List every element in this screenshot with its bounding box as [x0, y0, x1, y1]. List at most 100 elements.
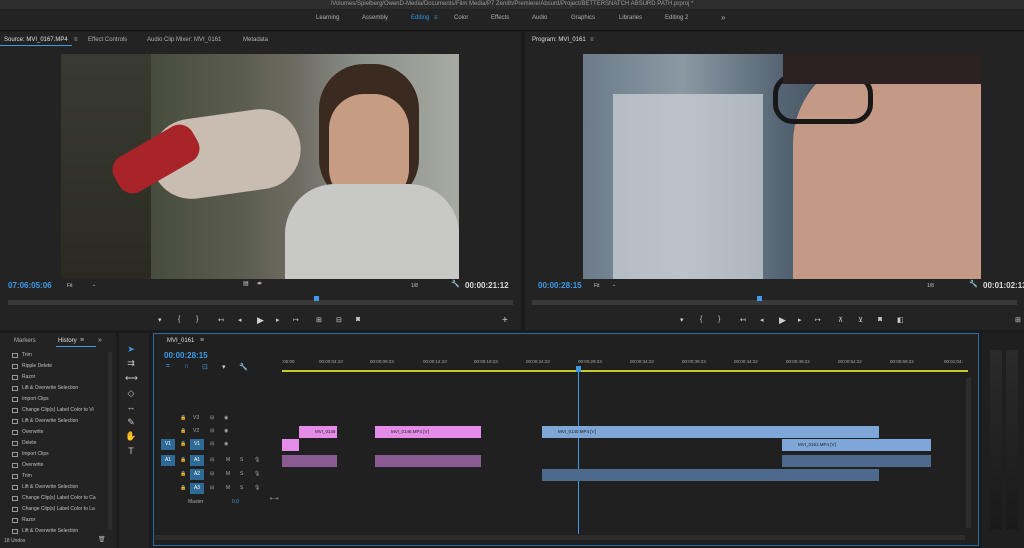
history-item[interactable]: Lift & Overwrite Selection — [12, 526, 107, 537]
history-item[interactable]: Change Clip(s) Label Color to Ca — [12, 493, 107, 504]
a3-sync-icon[interactable]: ⊟ — [210, 485, 214, 491]
workspace-graphics[interactable]: Graphics — [571, 15, 595, 21]
tab-metadata[interactable]: Metadata — [243, 37, 268, 43]
a2-mic-icon[interactable]: 🎙 — [254, 471, 260, 477]
source-step-back-icon[interactable]: ◂ — [238, 316, 242, 324]
v1-eye-icon[interactable]: ◉ — [224, 441, 228, 447]
program-marker-icon[interactable]: ▾ — [680, 316, 684, 324]
program-goto-out-icon[interactable]: ↦ — [815, 316, 821, 324]
v3-eye-icon[interactable]: ◉ — [224, 415, 228, 421]
history-item[interactable]: Ripple Delete — [12, 361, 107, 372]
program-wrench-icon[interactable]: 🔧 — [969, 280, 978, 288]
program-overflow-icon[interactable]: ⊞ — [1015, 316, 1021, 324]
v1-sync-icon[interactable]: ⊟ — [210, 441, 214, 447]
ripple-edit-tool-icon[interactable]: ⟷ — [125, 373, 138, 385]
program-playhead-marker[interactable] — [757, 296, 762, 301]
master-volume-value[interactable]: 0.0 — [232, 499, 239, 505]
source-playhead-marker[interactable] — [314, 296, 319, 301]
a1-mic-icon[interactable]: 🎙 — [254, 457, 260, 463]
workspace-audio[interactable]: Audio — [532, 15, 547, 21]
history-item[interactable]: Import Clips — [12, 394, 107, 405]
a3-lock-icon[interactable]: 🔒 — [180, 485, 186, 491]
program-title[interactable]: Program: MVI_0161 — [532, 37, 586, 43]
program-export-frame-icon[interactable]: ◙ — [878, 316, 882, 323]
tab-audio-clip-mixer[interactable]: Audio Clip Mixer: MVI_0161 — [147, 37, 221, 43]
a1-lock-icon[interactable]: 🔒 — [180, 457, 186, 463]
source-tab-menu-icon[interactable]: ≡ — [74, 37, 78, 43]
program-mark-in-icon[interactable]: { — [700, 316, 702, 323]
history-item[interactable]: Change Clip(s) Label Color to Vi — [12, 405, 107, 416]
source-play-icon[interactable]: ▶ — [257, 315, 264, 326]
source-settings-icon[interactable]: ▤ — [243, 280, 249, 287]
slip-tool-icon[interactable]: ↔ — [125, 402, 137, 414]
clip-v2-mvi0146-b[interactable]: MVI_0146.MP4 [V] — [375, 426, 481, 438]
timeline-tab[interactable]: MVI_0161 — [167, 338, 194, 344]
timeline-marker-icon[interactable]: ▾ — [222, 363, 226, 371]
workspace-color[interactable]: Color — [454, 15, 468, 21]
a2-solo-button[interactable]: S — [240, 471, 243, 477]
a1-source-patch[interactable]: A1 — [161, 455, 175, 466]
sequence-nest-icon[interactable]: ⊡ — [202, 363, 208, 371]
v1-source-patch[interactable]: V1 — [161, 439, 175, 450]
source-resolution-dropdown[interactable]: 1/8 — [411, 283, 418, 289]
source-add-button-icon[interactable]: + — [502, 315, 508, 326]
program-step-forward-icon[interactable]: ▸ — [798, 316, 802, 324]
program-mark-out-icon[interactable]: } — [718, 316, 720, 323]
a1-solo-button[interactable]: S — [240, 457, 243, 463]
workspace-learning[interactable]: Learning — [316, 15, 339, 21]
source-overwrite-icon[interactable]: ⊟ — [336, 316, 342, 324]
workspace-libraries[interactable]: Libraries — [619, 15, 642, 21]
v2-eye-icon[interactable]: ◉ — [224, 428, 228, 434]
history-item[interactable]: Lift & Overwrite Selection — [12, 416, 107, 427]
v1-lock-icon[interactable]: 🔒 — [180, 441, 186, 447]
a2-sync-icon[interactable]: ⊟ — [210, 471, 214, 477]
a3-solo-button[interactable]: S — [240, 485, 243, 491]
track-a3-label[interactable]: A3 — [190, 483, 204, 494]
history-delete-icon[interactable]: 🗑 — [98, 536, 106, 543]
program-fit-dropdown[interactable]: Fit — [594, 283, 600, 289]
history-item[interactable]: Razor — [12, 372, 107, 383]
history-item[interactable]: Razor — [12, 515, 107, 526]
history-scrollbar[interactable] — [108, 352, 112, 530]
source-insert-icon[interactable]: ⊞ — [316, 316, 322, 324]
tab-history[interactable]: History — [58, 338, 77, 344]
work-area-bar[interactable] — [282, 370, 968, 372]
track-v1-label[interactable]: V1 — [190, 439, 204, 450]
hand-tool-icon[interactable]: ✋ — [125, 431, 137, 443]
history-menu-icon[interactable]: ≡ — [80, 337, 84, 344]
history-item[interactable]: Import Clips — [12, 449, 107, 460]
history-item[interactable]: Lift & Overwrite Selection — [12, 383, 107, 394]
program-resolution-dropdown[interactable]: 1/8 — [927, 283, 934, 289]
a2-mute-button[interactable]: M — [226, 471, 230, 477]
program-lift-icon[interactable]: ⊼ — [838, 316, 843, 324]
snap-icon[interactable]: ⌗ — [166, 363, 170, 371]
program-play-icon[interactable]: ▶ — [779, 315, 786, 326]
audio-a1-clip-3[interactable] — [782, 455, 931, 467]
source-mark-in-icon[interactable]: { — [178, 316, 180, 323]
tab-source[interactable]: Source: MVI_0167.MP4 — [4, 37, 68, 43]
source-goto-in-icon[interactable]: ↤ — [218, 316, 224, 324]
a1-sync-icon[interactable]: ⊟ — [210, 457, 214, 463]
audio-a1-clip-1[interactable] — [282, 455, 337, 467]
history-item[interactable]: Change Clip(s) Label Color to La — [12, 504, 107, 515]
timeline-timecode[interactable]: 00:00:28:15 — [164, 351, 208, 360]
history-item[interactable]: Overwrite — [12, 460, 107, 471]
source-wrench-icon[interactable]: 🔧 — [451, 280, 460, 288]
track-select-tool-icon[interactable]: ⇉ — [125, 358, 137, 370]
program-timecode-left[interactable]: 00:00:28:15 — [538, 281, 582, 290]
workspace-editing[interactable]: Editing — [411, 15, 429, 21]
linked-selection-icon[interactable]: ∩ — [184, 363, 189, 370]
source-fit-dropdown[interactable]: Fit — [67, 283, 73, 289]
v3-sync-icon[interactable]: ⊟ — [210, 415, 214, 421]
source-fit-chevron-icon[interactable]: ⌄ — [92, 282, 96, 288]
clip-v2-mvi0146-a[interactable]: MVI_0146 — [299, 426, 337, 438]
pen-tool-icon[interactable]: ✎ — [125, 417, 137, 429]
a1-mute-button[interactable]: M — [226, 457, 230, 463]
clip-v1-small[interactable] — [282, 439, 299, 451]
source-drag-icon[interactable]: ⇼ — [257, 280, 262, 287]
master-jump-icon[interactable]: ⇤⇥ — [270, 496, 278, 502]
timeline-settings-wrench-icon[interactable]: 🔧 — [239, 363, 248, 371]
v2-lock-icon[interactable]: 🔒 — [180, 428, 186, 434]
source-timecode-left[interactable]: 07:06:05:06 — [8, 281, 52, 290]
workspace-assembly[interactable]: Assembly — [362, 15, 388, 21]
